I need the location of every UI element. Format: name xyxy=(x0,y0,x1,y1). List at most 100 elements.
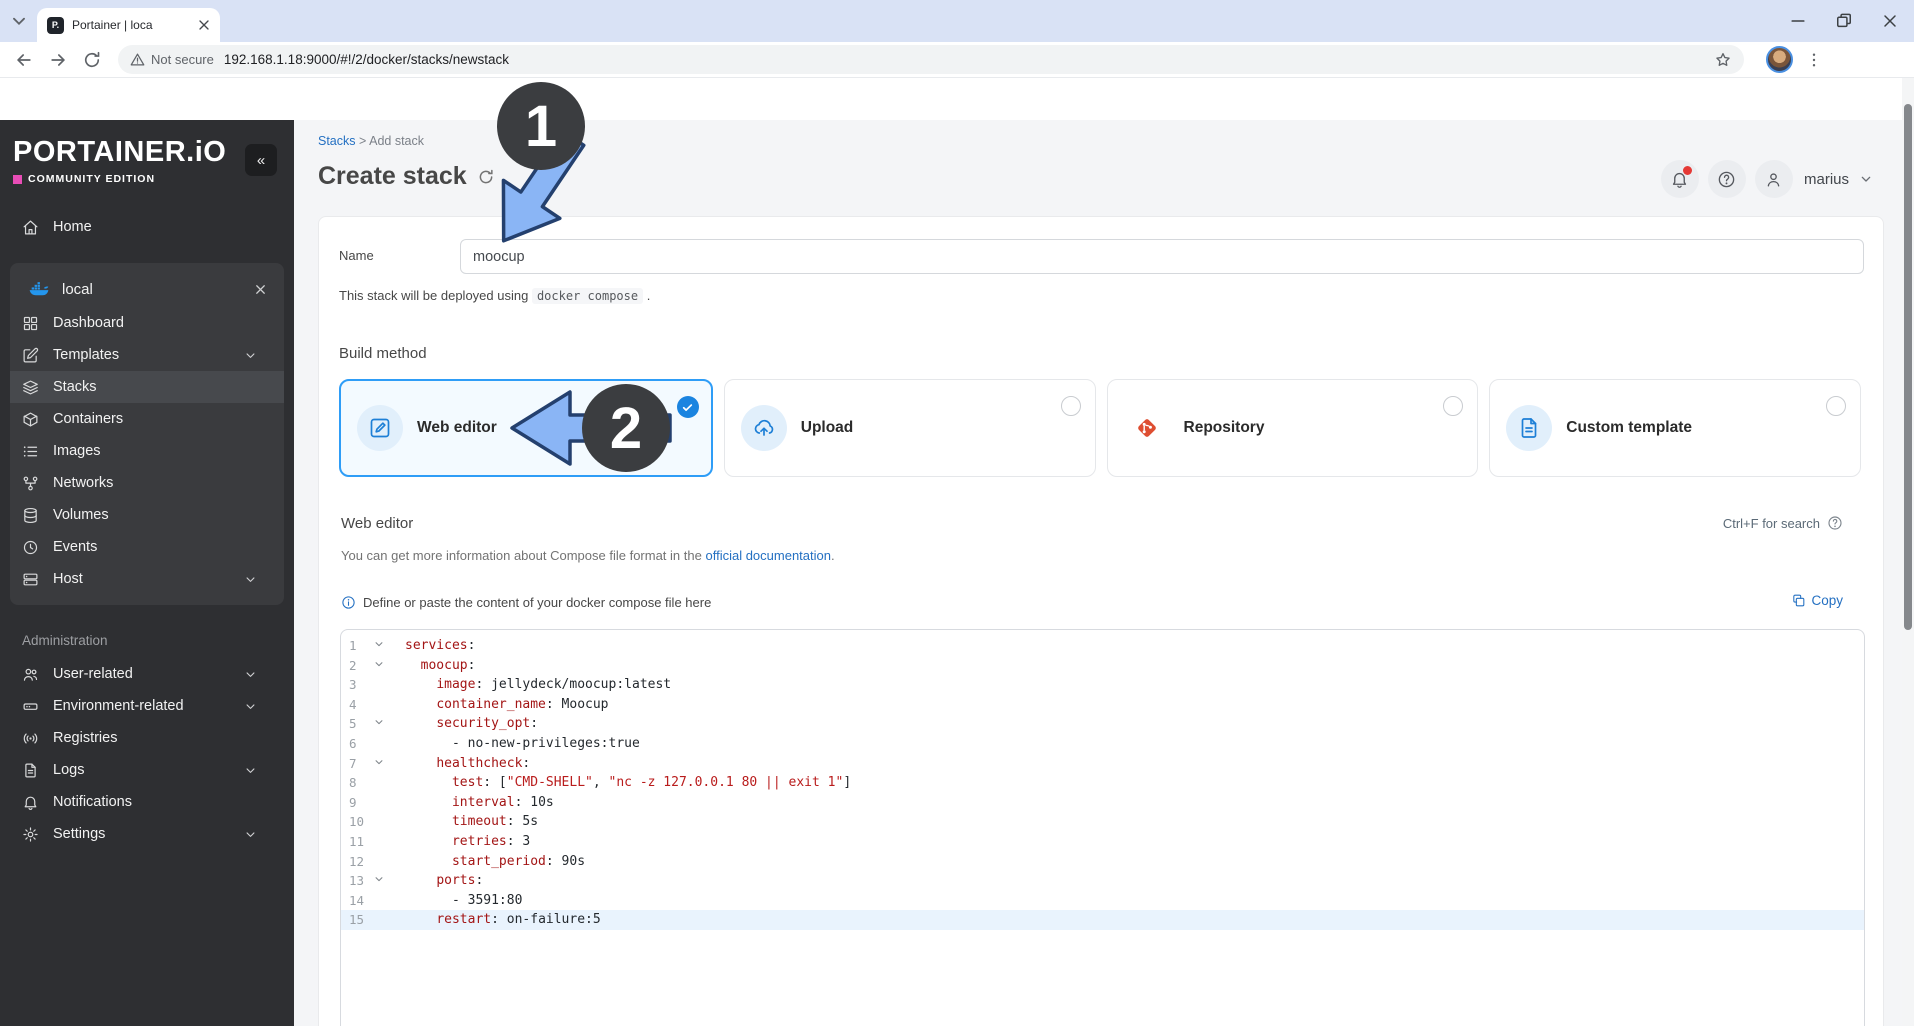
editor-line-11[interactable]: 11 retries: 3 xyxy=(341,832,1864,852)
chevron-down-icon xyxy=(243,667,258,682)
name-label: Name xyxy=(339,248,374,263)
sidebar-item-logs[interactable]: Logs xyxy=(0,754,294,786)
search-help-icon[interactable] xyxy=(1827,515,1843,531)
editor-line-1[interactable]: 1 services: xyxy=(341,636,1864,656)
sidebar-item-images[interactable]: Images xyxy=(10,435,284,467)
hdd-icon xyxy=(22,698,39,715)
file-icon xyxy=(22,762,39,779)
fold-chevron-icon[interactable] xyxy=(374,757,384,767)
url-text[interactable]: 192.168.1.18:9000/#!/2/docker/stacks/new… xyxy=(224,52,1714,67)
fold-chevron-icon[interactable] xyxy=(374,659,384,669)
line-number: 2 xyxy=(349,657,357,673)
edition-square-icon xyxy=(13,174,22,184)
sidebar-item-stacks[interactable]: Stacks xyxy=(10,371,284,403)
build-method-custom-template[interactable]: Custom template xyxy=(1489,379,1861,477)
fold-chevron-icon[interactable] xyxy=(374,639,384,649)
editor-line-8[interactable]: 8 test: ["CMD-SHELL", "nc -z 127.0.0.1 8… xyxy=(341,773,1864,793)
sidebar-item-events[interactable]: Events xyxy=(10,531,284,563)
fold-chevron-icon[interactable] xyxy=(374,874,384,884)
forward-icon[interactable] xyxy=(48,50,68,70)
editor-line-4[interactable]: 4 container_name: Moocup xyxy=(341,695,1864,715)
line-number: 4 xyxy=(349,696,357,712)
sidebar-item-notifications[interactable]: Notifications xyxy=(0,786,294,818)
editor-line-3[interactable]: 3 image: jellydeck/moocup:latest xyxy=(341,675,1864,695)
url-bar[interactable]: Not secure 192.168.1.18:9000/#!/2/docker… xyxy=(118,45,1744,74)
line-number: 10 xyxy=(349,814,365,830)
editor-line-7[interactable]: 7 healthcheck: xyxy=(341,754,1864,774)
editor-line-15[interactable]: 15 restart: on-failure:5 xyxy=(341,910,1864,930)
build-method-upload[interactable]: Upload xyxy=(723,379,1096,477)
compose-info-line: You can get more information about Compo… xyxy=(341,548,835,563)
docker-compose-chip: docker compose xyxy=(531,288,644,304)
not-secure-label[interactable]: Not secure xyxy=(151,52,214,67)
tab-search-icon[interactable] xyxy=(8,10,30,32)
editor-line-5[interactable]: 5 security_opt: xyxy=(341,714,1864,734)
reload-icon[interactable] xyxy=(82,50,102,70)
editor-line-6[interactable]: 6 - no-new-privileges:true xyxy=(341,734,1864,754)
notifications-button[interactable] xyxy=(1660,160,1699,198)
header-actions: marius xyxy=(1660,160,1874,198)
box-icon xyxy=(22,411,39,428)
user-button[interactable] xyxy=(1754,160,1793,198)
sidebar-item-user-related[interactable]: User-related xyxy=(0,658,294,690)
build-method-web-editor[interactable]: Web editor xyxy=(339,379,713,477)
fold-chevron-icon[interactable] xyxy=(374,717,384,727)
users-icon xyxy=(22,666,39,683)
sidebar-item-registries[interactable]: Registries xyxy=(0,722,294,754)
copy-button[interactable]: Copy xyxy=(1791,593,1843,608)
radio-unselected[interactable] xyxy=(1060,396,1081,416)
browser-menu-icon[interactable] xyxy=(1805,51,1823,69)
back-icon[interactable] xyxy=(14,50,34,70)
sidebar-item-templates[interactable]: Templates xyxy=(10,339,284,371)
editor-line-12[interactable]: 12 start_period: 90s xyxy=(341,852,1864,872)
deploy-note: This stack will be deployed using docker… xyxy=(339,288,651,304)
breadcrumb-stacks-link[interactable]: Stacks xyxy=(318,134,356,148)
top-whitespace xyxy=(0,78,1902,120)
radio-unselected[interactable] xyxy=(1826,396,1846,416)
editor-line-9[interactable]: 9 interval: 10s xyxy=(341,793,1864,813)
editor-icon xyxy=(357,405,403,451)
sidebar-item-host[interactable]: Host xyxy=(10,563,284,595)
browser-tab[interactable]: P. Portainer | loca xyxy=(37,8,220,42)
editor-line-14[interactable]: 14 - 3591:80 xyxy=(341,891,1864,911)
info-icon xyxy=(341,595,356,610)
editor-line-13[interactable]: 13 ports: xyxy=(341,871,1864,891)
build-method-repository[interactable]: Repository xyxy=(1106,379,1479,477)
sidebar-item-dashboard[interactable]: Dashboard xyxy=(10,307,284,339)
sidebar-item-home[interactable]: Home xyxy=(0,211,294,243)
main-content: Stacks > Add stack Create stack marius N… xyxy=(294,120,1902,1026)
editor-line-2[interactable]: 2 moocup: xyxy=(341,656,1864,676)
chevron-down-icon xyxy=(243,348,258,363)
selected-check-icon xyxy=(676,396,699,418)
sidebar-collapse-button[interactable]: « xyxy=(245,144,277,176)
minimize-icon[interactable] xyxy=(1788,11,1808,31)
create-stack-card: Name This stack will be deployed using d… xyxy=(318,216,1884,1026)
sidebar-item-environment-related[interactable]: Environment-related xyxy=(0,690,294,722)
server-icon xyxy=(22,571,39,588)
stack-name-input[interactable] xyxy=(460,239,1864,274)
bookmark-star-icon[interactable] xyxy=(1714,51,1732,69)
official-documentation-link[interactable]: official documentation xyxy=(705,548,831,563)
user-chevron-down-icon[interactable] xyxy=(1858,171,1874,187)
window-controls xyxy=(1788,0,1914,42)
refresh-icon[interactable] xyxy=(477,168,495,186)
radio-unselected[interactable] xyxy=(1443,396,1464,416)
close-window-icon[interactable] xyxy=(1880,11,1900,31)
sidebar-item-settings[interactable]: Settings xyxy=(0,818,294,850)
list-icon xyxy=(22,443,39,460)
bell-icon xyxy=(22,794,39,811)
scrollbar-thumb[interactable] xyxy=(1904,104,1912,630)
restore-icon[interactable] xyxy=(1834,11,1854,31)
compose-code-editor[interactable]: 1 services: 2 moocup: 3 image: jellydeck/mo… xyxy=(340,629,1865,1026)
web-editor-title: Web editor xyxy=(341,515,414,532)
editor-line-10[interactable]: 10 timeout: 5s xyxy=(341,812,1864,832)
help-button[interactable] xyxy=(1707,160,1746,198)
environment-close-icon[interactable] xyxy=(253,282,268,297)
browser-profile-avatar[interactable] xyxy=(1766,46,1793,73)
sidebar-item-networks[interactable]: Networks xyxy=(10,467,284,499)
environment-header-local[interactable]: local xyxy=(10,271,284,307)
browser-scrollbar[interactable] xyxy=(1902,78,1914,1026)
tab-close-icon[interactable] xyxy=(196,17,212,33)
sidebar-item-volumes[interactable]: Volumes xyxy=(10,499,284,531)
sidebar-item-containers[interactable]: Containers xyxy=(10,403,284,435)
